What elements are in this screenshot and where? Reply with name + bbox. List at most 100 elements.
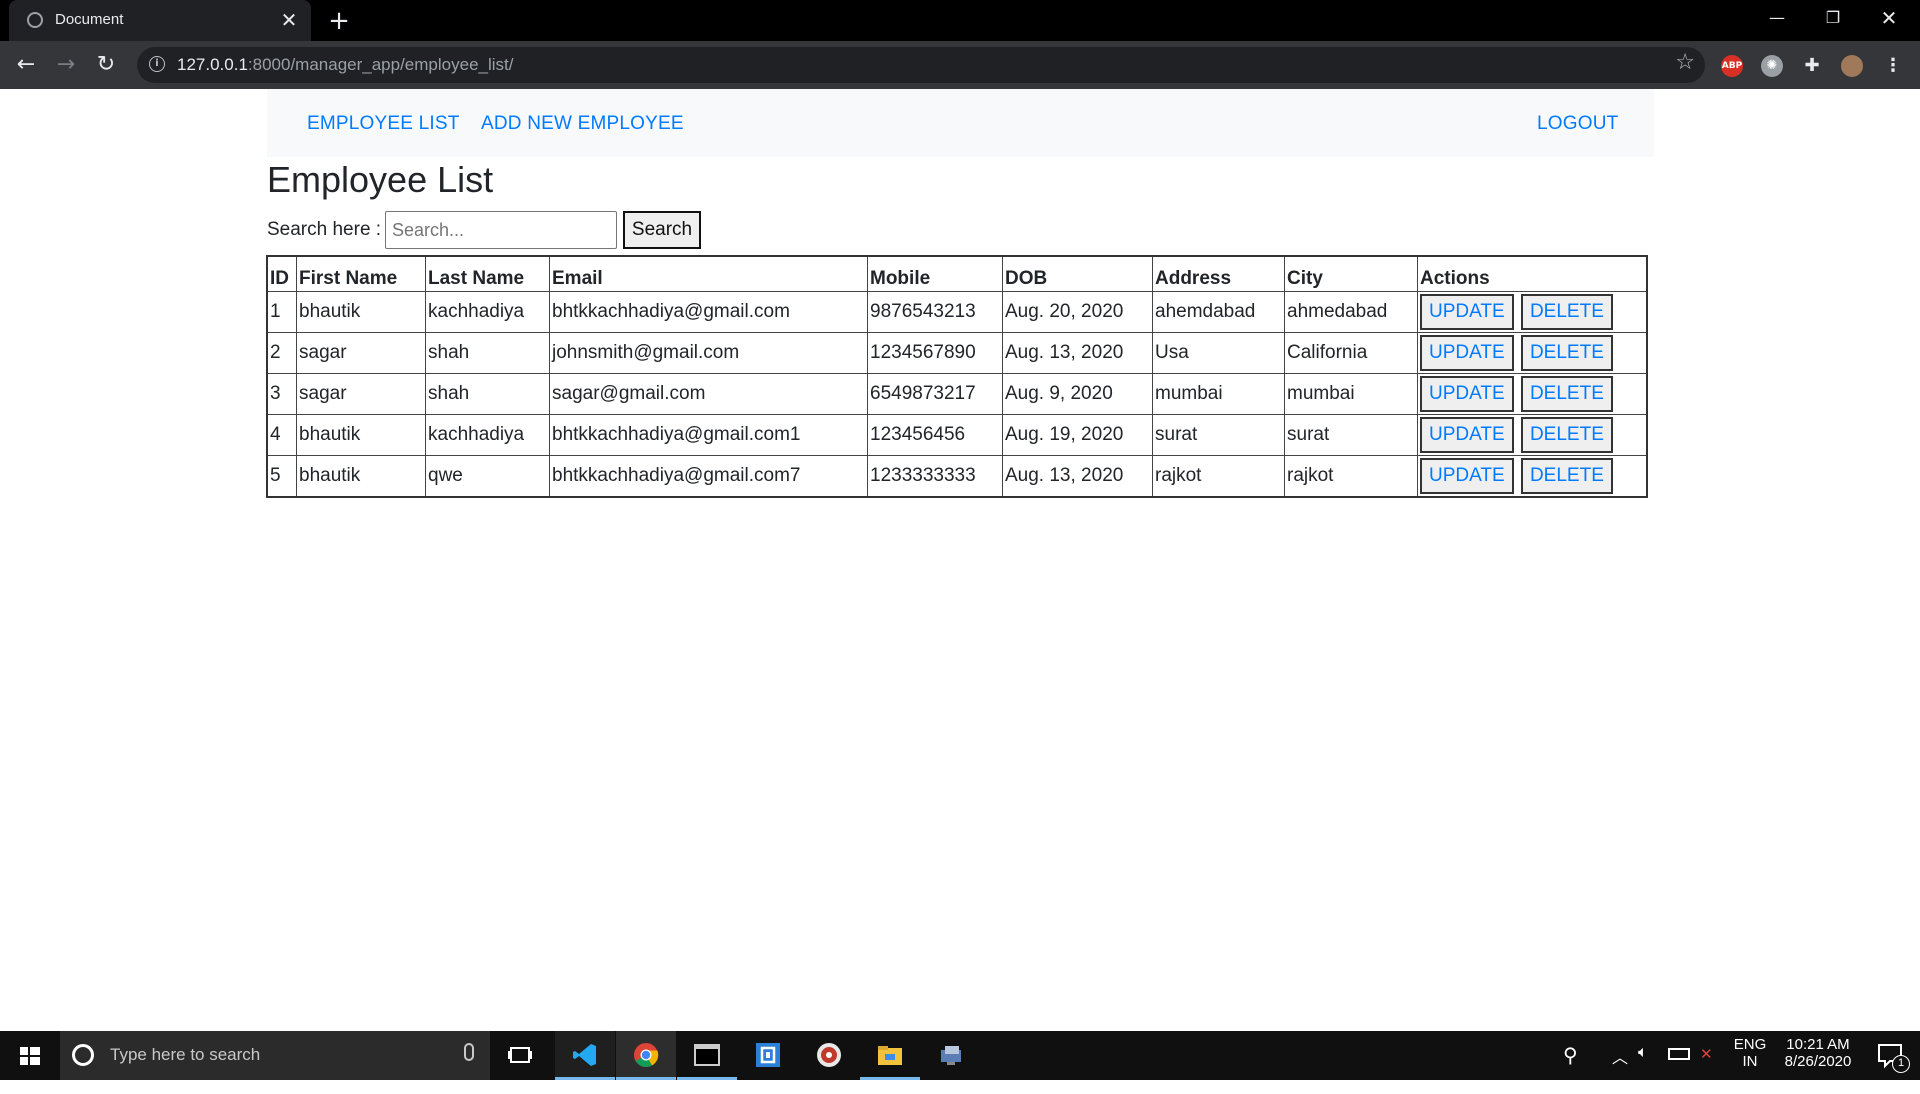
- reload-icon[interactable]: ↻: [92, 51, 120, 79]
- update-button[interactable]: UPDATE: [1420, 458, 1514, 494]
- cell-email: johnsmith@gmail.com: [549, 332, 868, 374]
- employee-table: ID First Name Last Name Email Mobile DOB…: [266, 255, 1648, 498]
- forward-icon[interactable]: →: [52, 51, 80, 79]
- cell-email: sagar@gmail.com: [549, 373, 868, 415]
- page-content: EMPLOYEE LIST ADD NEW EMPLOYEE LOGOUT Em…: [0, 89, 1920, 1031]
- cell-last-name: shah: [425, 332, 550, 374]
- cell-first-name: bhautik: [296, 455, 426, 498]
- cell-mobile: 123456456: [867, 414, 1003, 456]
- cell-city: rajkot: [1284, 455, 1418, 498]
- adblock-plus-icon[interactable]: ABP: [1721, 55, 1743, 77]
- action-center-icon[interactable]: 1: [1868, 1031, 1914, 1080]
- clock[interactable]: 10:21 AM 8/26/2020: [1770, 1031, 1866, 1080]
- table-row: 2 sagar shah johnsmith@gmail.com 1234567…: [266, 332, 1648, 374]
- tab-title: Document: [55, 11, 124, 28]
- notification-count: 1: [1892, 1055, 1910, 1073]
- media-player-icon[interactable]: [799, 1031, 859, 1080]
- cell-city: mumbai: [1284, 373, 1418, 415]
- network-app-icon[interactable]: [921, 1031, 981, 1080]
- clock-date: 8/26/2020: [1784, 1053, 1852, 1070]
- menu-dots-icon[interactable]: ⋮: [1882, 55, 1904, 77]
- header-actions: Actions: [1417, 255, 1648, 292]
- cortana-icon: [72, 1044, 94, 1066]
- restore-icon[interactable]: ❐: [1810, 0, 1856, 36]
- url-text[interactable]: 127.0.0.1:8000/manager_app/employee_list…: [177, 55, 513, 75]
- bookmark-star-icon[interactable]: ☆: [1675, 50, 1695, 75]
- cell-first-name: bhautik: [296, 291, 426, 333]
- cell-city: California: [1284, 332, 1418, 374]
- new-tab-button[interactable]: +: [324, 6, 354, 36]
- chrome-icon[interactable]: [616, 1031, 676, 1080]
- header-mobile: Mobile: [867, 255, 1003, 292]
- cell-actions: UPDATE DELETE: [1417, 291, 1648, 333]
- update-button[interactable]: UPDATE: [1420, 376, 1514, 412]
- cell-actions: UPDATE DELETE: [1417, 414, 1648, 456]
- lang-bottom: IN: [1742, 1053, 1758, 1070]
- app-bracket-icon[interactable]: [738, 1031, 798, 1080]
- extension-globe-icon[interactable]: ✺: [1761, 55, 1783, 77]
- cell-mobile: 6549873217: [867, 373, 1003, 415]
- cell-mobile: 1233333333: [867, 455, 1003, 498]
- file-explorer-icon[interactable]: [860, 1031, 920, 1080]
- show-hidden-icons-chevron[interactable]: ︿: [1612, 1044, 1628, 1093]
- delete-button[interactable]: DELETE: [1520, 417, 1613, 453]
- table-header-row: ID First Name Last Name Email Mobile DOB…: [266, 255, 1648, 292]
- cell-address: Usa: [1152, 332, 1285, 374]
- search-input[interactable]: [385, 211, 617, 249]
- cell-id: 2: [266, 332, 297, 374]
- address-bar[interactable]: i 127.0.0.1:8000/manager_app/employee_li…: [137, 47, 1705, 83]
- cell-actions: UPDATE DELETE: [1417, 455, 1648, 498]
- microphone-icon[interactable]: [464, 1043, 474, 1061]
- header-first-name: First Name: [296, 255, 426, 292]
- task-view-icon[interactable]: [490, 1031, 550, 1080]
- terminal-icon[interactable]: [677, 1031, 737, 1080]
- network-warning-icon[interactable]: ✕: [1700, 1045, 1713, 1094]
- page-title: Employee List: [267, 159, 494, 200]
- cell-address: surat: [1152, 414, 1285, 456]
- lang-top: ENG: [1733, 1036, 1767, 1053]
- people-icon[interactable]: ⚲: [1563, 1043, 1578, 1092]
- taskbar-search-box[interactable]: Type here to search: [60, 1031, 490, 1080]
- close-tab-icon[interactable]: ✕: [277, 8, 301, 32]
- minimize-icon[interactable]: —: [1754, 0, 1800, 36]
- language-indicator[interactable]: ENG IN: [1730, 1031, 1770, 1080]
- delete-button[interactable]: DELETE: [1520, 294, 1613, 330]
- header-city: City: [1284, 255, 1418, 292]
- cell-city: surat: [1284, 414, 1418, 456]
- cell-last-name: kachhadiya: [425, 414, 550, 456]
- browser-tab[interactable]: Document ✕: [9, 0, 311, 41]
- table-row: 5 bhautik qwe bhtkkachhadiya@gmail.com7 …: [266, 455, 1648, 498]
- search-button[interactable]: Search: [623, 211, 701, 249]
- windows-taskbar: Type here to search ⚲ ︿ 🔈︎ ✕ ENG IN 10:2…: [0, 1031, 1920, 1080]
- cell-actions: UPDATE DELETE: [1417, 373, 1648, 415]
- delete-button[interactable]: DELETE: [1520, 335, 1613, 371]
- windows-start-icon[interactable]: [0, 1031, 60, 1080]
- extensions-puzzle-icon[interactable]: ✚: [1801, 55, 1823, 77]
- browser-tabstrip: Document ✕ + — ❐ ✕: [0, 0, 1920, 41]
- cell-mobile: 1234567890: [867, 332, 1003, 374]
- cell-city: ahmedabad: [1284, 291, 1418, 333]
- cell-last-name: kachhadiya: [425, 291, 550, 333]
- profile-avatar[interactable]: [1841, 55, 1863, 77]
- header-address: Address: [1152, 255, 1285, 292]
- update-button[interactable]: UPDATE: [1420, 417, 1514, 453]
- update-button[interactable]: UPDATE: [1420, 335, 1514, 371]
- cell-email: bhtkkachhadiya@gmail.com7: [549, 455, 868, 498]
- update-button[interactable]: UPDATE: [1420, 294, 1514, 330]
- delete-button[interactable]: DELETE: [1520, 458, 1613, 494]
- browser-toolbar: ← → ↻ i 127.0.0.1:8000/manager_app/emplo…: [0, 41, 1920, 89]
- battery-icon[interactable]: [1668, 1048, 1690, 1060]
- nav-employee-list[interactable]: EMPLOYEE LIST: [307, 113, 460, 135]
- cell-id: 1: [266, 291, 297, 333]
- vscode-icon[interactable]: [555, 1031, 615, 1080]
- nav-add-new-employee[interactable]: ADD NEW EMPLOYEE: [481, 113, 684, 135]
- back-icon[interactable]: ←: [12, 51, 40, 79]
- nav-logout[interactable]: LOGOUT: [1537, 113, 1618, 135]
- delete-button[interactable]: DELETE: [1520, 376, 1613, 412]
- info-icon[interactable]: i: [149, 56, 165, 72]
- cell-address: rajkot: [1152, 455, 1285, 498]
- header-dob: DOB: [1002, 255, 1153, 292]
- clock-time: 10:21 AM: [1786, 1036, 1850, 1053]
- volume-icon[interactable]: 🔈︎: [1638, 1044, 1648, 1093]
- window-close-icon[interactable]: ✕: [1866, 0, 1912, 36]
